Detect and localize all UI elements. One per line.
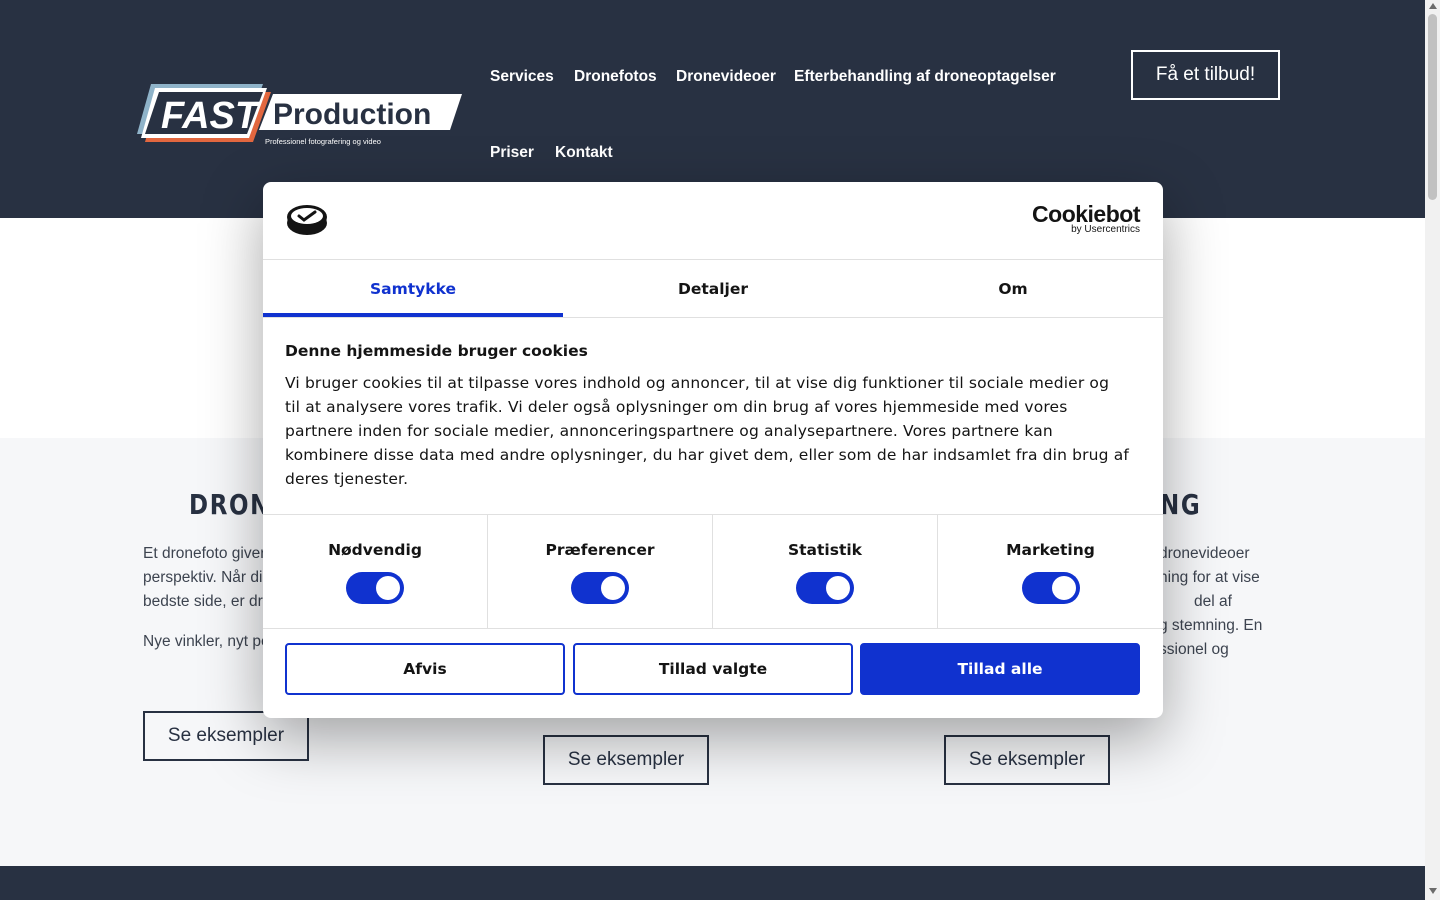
middle-see-examples-button[interactable]: Se eksempler [543, 735, 709, 785]
left-column-text: Et dronefoto giver perspektiv. Når di be… [143, 542, 271, 614]
category-statistics: Statistik [713, 515, 938, 628]
dialog-header: Cookiebot by Usercentrics [263, 182, 1163, 260]
nav-kontakt[interactable]: Kontakt [555, 144, 613, 162]
dialog-text-line: partnere inden for sociale medier, annon… [285, 422, 1053, 440]
allow-selected-button[interactable]: Tillad valgte [573, 643, 853, 695]
dialog-title: Denne hjemmeside bruger cookies [285, 342, 588, 360]
category-label: Nødvendig [328, 541, 422, 559]
nav-dronevideoer[interactable]: Dronevideoer [676, 68, 776, 86]
active-tab-indicator [263, 313, 563, 317]
toggle-knob [826, 576, 850, 600]
scroll-down-arrow-icon[interactable] [1429, 888, 1437, 894]
dialog-text-line: kombinere disse data med andre oplysning… [285, 446, 1129, 464]
cookiebot-brand[interactable]: Cookiebot by Usercentrics [1032, 202, 1140, 235]
nav-services[interactable]: Services [490, 68, 554, 86]
toggle-knob [1051, 576, 1076, 600]
left-text-line: bedste side, er dro [143, 593, 272, 610]
category-label: Statistik [787, 541, 862, 559]
logo-tagline: Professionel fotografering og video [265, 137, 381, 146]
left-column-text-2: Nye vinkler, nyt pe [143, 633, 270, 650]
category-marketing: Marketing [938, 515, 1163, 628]
right-text-line: g stemning. En [1159, 617, 1263, 634]
nav-efterbehandling[interactable]: Efterbehandling af droneoptagelser [794, 68, 1056, 86]
nav-priser[interactable]: Priser [490, 144, 534, 162]
tab-detaljer[interactable]: Detaljer [563, 260, 863, 317]
logo-fast-text: FAST [161, 95, 261, 137]
right-column-heading: NG [1160, 488, 1202, 521]
left-see-examples-button[interactable]: Se eksempler [143, 711, 309, 761]
consent-categories: Nødvendig Præferencer Statistik Marketin… [263, 514, 1163, 629]
fast-production-logo[interactable]: FAST Production Professionel fotograferi… [137, 82, 462, 148]
category-preferences: Præferencer [488, 515, 713, 628]
page-scrollbar[interactable] [1425, 0, 1440, 900]
scroll-up-arrow-icon[interactable] [1429, 3, 1437, 9]
statistics-toggle[interactable] [796, 572, 854, 604]
allow-all-button[interactable]: Tillad alle [860, 643, 1140, 695]
cookie-consent-dialog: Cookiebot by Usercentrics Samtykke Detal… [263, 182, 1163, 718]
marketing-toggle[interactable] [1021, 572, 1080, 604]
dialog-tabs: Samtykke Detaljer Om [263, 260, 1163, 318]
category-necessary: Nødvendig [263, 515, 488, 628]
dialog-text-line: deres tjenester. [285, 470, 409, 488]
tab-samtykke[interactable]: Samtykke [263, 260, 563, 317]
right-see-examples-button[interactable]: Se eksempler [944, 735, 1110, 785]
dialog-text-line: Vi bruger cookies til at tilpasse vores … [285, 374, 1110, 392]
tab-om[interactable]: Om [863, 260, 1163, 317]
nav-dronefotos[interactable]: Dronefotos [574, 68, 657, 86]
logo-production-text: Production [273, 98, 431, 131]
toggle-knob [376, 576, 400, 600]
right-column-text: dronevideoer ning for at vise del af g s… [1159, 542, 1262, 662]
right-text-line: dronevideoer [1159, 545, 1250, 562]
toggle-knob [601, 576, 625, 600]
site-footer [0, 866, 1425, 900]
cookiebot-logo-icon [287, 205, 327, 235]
dialog-body: Denne hjemmeside bruger cookies Vi bruge… [285, 342, 1145, 491]
dialog-text-line: til at analysere vores trafik. Vi deler … [285, 398, 1068, 416]
necessary-toggle[interactable] [346, 572, 404, 604]
cookiebot-brand-name: Cookiebot [1032, 201, 1140, 227]
right-text-line: ssionel og [1159, 641, 1229, 658]
scrollbar-thumb[interactable] [1428, 14, 1437, 200]
right-text-line: del af [1194, 593, 1232, 610]
left-text-line: Et dronefoto giver [143, 545, 266, 562]
category-label: Marketing [1006, 541, 1095, 559]
preferences-toggle[interactable] [571, 572, 629, 604]
get-quote-button[interactable]: Få et tilbud! [1131, 50, 1280, 100]
reject-button[interactable]: Afvis [285, 643, 565, 695]
left-text-line: perspektiv. Når di [143, 569, 263, 586]
category-label: Præferencer [545, 541, 655, 559]
right-text-line: ning for at vise [1159, 569, 1260, 586]
